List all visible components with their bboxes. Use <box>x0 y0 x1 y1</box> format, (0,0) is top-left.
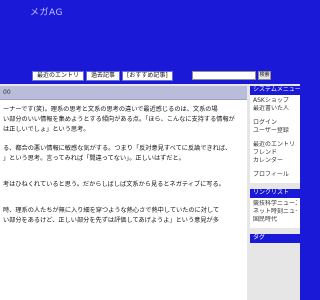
nav-past-articles[interactable]: 過去記事 <box>86 71 121 81</box>
link-list-title: リンクリスト <box>250 189 300 198</box>
sidebar-item-ask-shop[interactable]: ASKショップ <box>253 97 297 105</box>
entry-paragraph: い部分のいい情報を集めようとする傾向がある点。「ほら、こんなに支持する情報が <box>3 116 235 124</box>
system-menu: システムメニュー ASKショップ 最近書いた人 ログイン ユーザー登録 最近のエ… <box>250 86 300 183</box>
search-button[interactable]: 検索 <box>258 71 271 80</box>
tag-title: タグ <box>250 234 300 243</box>
nav-recent-entries[interactable]: 最近のエントリ <box>32 71 85 81</box>
entry-title: 00 <box>0 86 247 100</box>
entry-paragraph: 考はひねくれていると思う。だからしばしば文系から見るとネガティブに写る。 <box>3 181 225 189</box>
system-menu-title: システムメニュー <box>250 86 300 95</box>
main-nav: 最近のエントリ 過去記事 [おすすめ記事] <box>32 71 173 81</box>
main-content: 00 ーナーです(笑)。理系の思考と文系の思考の違いで最近感じるのは、文系の場 … <box>0 86 247 300</box>
sidebar-item-register[interactable]: ユーザー登録 <box>253 127 297 135</box>
search-input[interactable] <box>192 71 256 80</box>
sidebar-item-login[interactable]: ログイン <box>253 119 297 127</box>
link-item[interactable]: 競技科学ニュース <box>253 200 297 208</box>
sidebar-item-recent-writers[interactable]: 最近書いた人 <box>253 105 297 113</box>
sidebar-item-friends[interactable]: フレンド <box>253 149 297 157</box>
entry-paragraph: 」という思考。言ってみれば「間違ってない」。正しいはずだと。 <box>3 154 185 162</box>
sidebar: システムメニュー ASKショップ 最近書いた人 ログイン ユーザー登録 最近のエ… <box>250 86 300 300</box>
entry-body: ーナーです(笑)。理系の思考と文系の思考の違いで最近感じるのは、文系の場 い部分… <box>0 100 247 226</box>
link-item[interactable]: ネット時刻ニュース <box>253 208 297 216</box>
link-item[interactable]: 国民時代 <box>253 216 297 224</box>
entry-paragraph: は正しいでしょ」という思考。 <box>3 126 90 134</box>
sidebar-item-calendar[interactable]: カレンダー <box>253 157 297 165</box>
link-list: リンクリスト 競技科学ニュース ネット時刻ニュース 国民時代 <box>250 189 300 228</box>
entry-paragraph: い部分をあるけど、正しい部分を先ずは評価してあげようよ」という意見が多 <box>3 217 219 225</box>
entry-paragraph: る、都合の悪い情報に敏感な気がする。つまり「反対意見すべてに反論できれば、 <box>3 144 232 152</box>
tag-box: タグ <box>250 234 300 243</box>
entry-paragraph: ーナーです(笑)。理系の思考と文系の思考の違いで最近感じるのは、文系の場 <box>3 106 218 113</box>
nav-recommended[interactable]: [おすすめ記事] <box>122 71 173 81</box>
site-header: メガAG <box>0 0 300 64</box>
sidebar-item-profile[interactable]: プロフィール <box>253 171 297 179</box>
entry-paragraph: 時、理系の人たちが無に入り細を穿つような熱心さで熱中していたのに対して <box>3 207 220 215</box>
site-logo[interactable]: メガAG <box>30 5 63 18</box>
sidebar-item-recent-entries[interactable]: 最近のエントリ <box>253 141 297 149</box>
